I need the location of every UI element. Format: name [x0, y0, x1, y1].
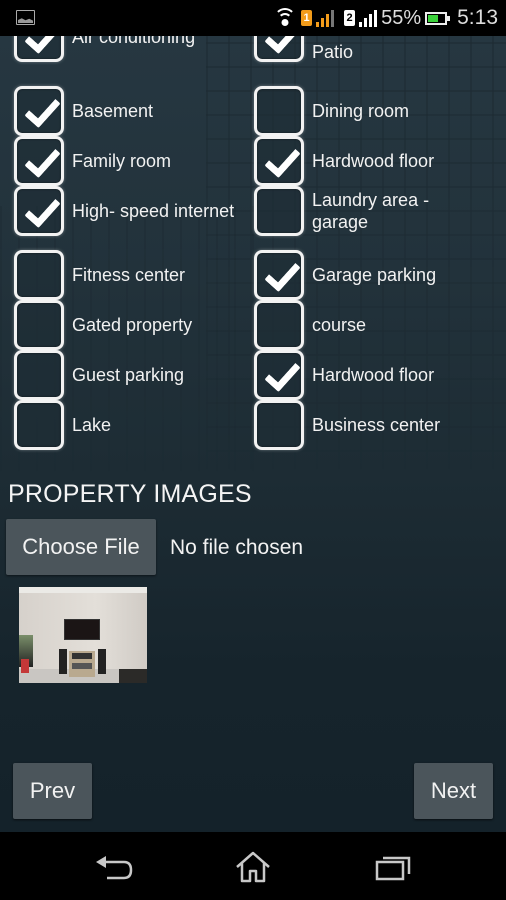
sim1-signal-icon — [316, 9, 335, 27]
checkbox-checked[interactable] — [254, 36, 304, 62]
amenity-checkbox-item[interactable]: Business center — [254, 400, 440, 450]
sim1-icon: 1 — [301, 10, 313, 26]
amenity-checkbox-item[interactable]: High- speed internet — [14, 186, 234, 236]
checkbox-checked[interactable] — [14, 36, 64, 62]
recent-apps-icon[interactable] — [373, 850, 413, 884]
amenity-label: Hardwood floor — [312, 365, 435, 385]
checkbox-unchecked[interactable] — [254, 86, 304, 136]
checkbox-checked[interactable] — [254, 250, 304, 300]
amenity-label: Fitness center — [72, 265, 186, 285]
amenity-checkbox-item[interactable]: Lake — [14, 400, 111, 450]
amenity-checkbox-item[interactable]: Family room — [14, 136, 171, 186]
amenity-label: Garage parking — [312, 265, 437, 285]
amenity-checkbox-item[interactable]: Dining room — [254, 86, 409, 136]
amenity-label: Business center — [312, 415, 441, 435]
file-status-text: No file chosen — [170, 536, 304, 559]
amenity-label: Guest parking — [72, 365, 185, 385]
amenity-label: Hardwood floor — [312, 151, 435, 171]
checkbox-checked[interactable] — [254, 136, 304, 186]
amenity-checkbox-item[interactable]: Gated property — [14, 300, 192, 350]
gallery-notification-icon — [16, 10, 35, 25]
home-icon[interactable] — [233, 850, 273, 884]
battery-fill — [428, 14, 439, 22]
battery-icon — [425, 11, 451, 25]
tv-in-photo — [64, 619, 100, 640]
amenity-label: Lake — [72, 415, 112, 435]
checkbox-unchecked[interactable] — [14, 250, 64, 300]
sim2-signal-icon — [359, 9, 378, 27]
back-icon[interactable] — [93, 850, 133, 884]
prev-button[interactable]: Prev — [13, 763, 92, 819]
clock: 5:13 — [457, 6, 498, 29]
amenity-label: Laundry area - garage — [312, 190, 430, 232]
amenity-label: Family room — [72, 151, 172, 171]
checkbox-checked[interactable] — [14, 136, 64, 186]
amenity-label: Air conditioning — [72, 36, 196, 47]
amenity-label: Gated property — [72, 315, 193, 335]
amenity-checkbox-item[interactable]: Basement — [14, 86, 153, 136]
property-image-thumbnail[interactable] — [19, 587, 147, 683]
status-icons: 1 2 55% 5:13 — [273, 0, 498, 36]
battery-percent: 55% — [381, 6, 422, 29]
wifi-icon — [273, 8, 297, 28]
checkbox-unchecked[interactable] — [254, 186, 304, 236]
status-bar: 1 2 55% 5:13 — [0, 0, 506, 36]
amenity-checkbox-item[interactable]: Patio — [254, 36, 353, 62]
amenity-checkbox-item[interactable]: Garage parking — [254, 250, 436, 300]
amenity-checkbox-item[interactable]: course — [254, 300, 366, 350]
amenity-checkbox-item[interactable]: Air conditioning — [14, 36, 195, 62]
amenity-checkbox-item[interactable]: Fitness center — [14, 250, 185, 300]
checkbox-checked[interactable] — [14, 186, 64, 236]
form-content[interactable]: Air conditioning Patio Basement Dining room… — [0, 36, 506, 832]
checkbox-unchecked[interactable] — [14, 350, 64, 400]
checkbox-unchecked[interactable] — [254, 300, 304, 350]
amenity-checkbox-item[interactable]: Hardwood floor — [254, 136, 434, 186]
checkbox-checked[interactable] — [254, 350, 304, 400]
next-button[interactable]: Next — [414, 763, 493, 819]
amenity-label: Patio — [312, 42, 354, 62]
checkbox-unchecked[interactable] — [254, 400, 304, 450]
amenity-label: course — [312, 315, 367, 335]
choose-file-button[interactable]: Choose File — [6, 519, 156, 575]
amenity-checkbox-item[interactable]: Hardwood floor — [254, 350, 434, 400]
checkbox-unchecked[interactable] — [14, 400, 64, 450]
sim2-icon: 2 — [344, 10, 356, 26]
amenity-label: High- speed internet — [72, 201, 235, 221]
amenity-checkbox-item[interactable]: Guest parking — [14, 350, 184, 400]
system-navigation-bar — [0, 832, 506, 900]
checkbox-unchecked[interactable] — [14, 300, 64, 350]
amenity-checkbox-item[interactable]: Laundry area - garage — [254, 186, 482, 236]
amenity-label: Basement — [72, 101, 154, 121]
checkbox-checked[interactable] — [14, 86, 64, 136]
amenity-label: Dining room — [312, 101, 410, 121]
property-images-title: PROPERTY IMAGES — [8, 480, 252, 508]
